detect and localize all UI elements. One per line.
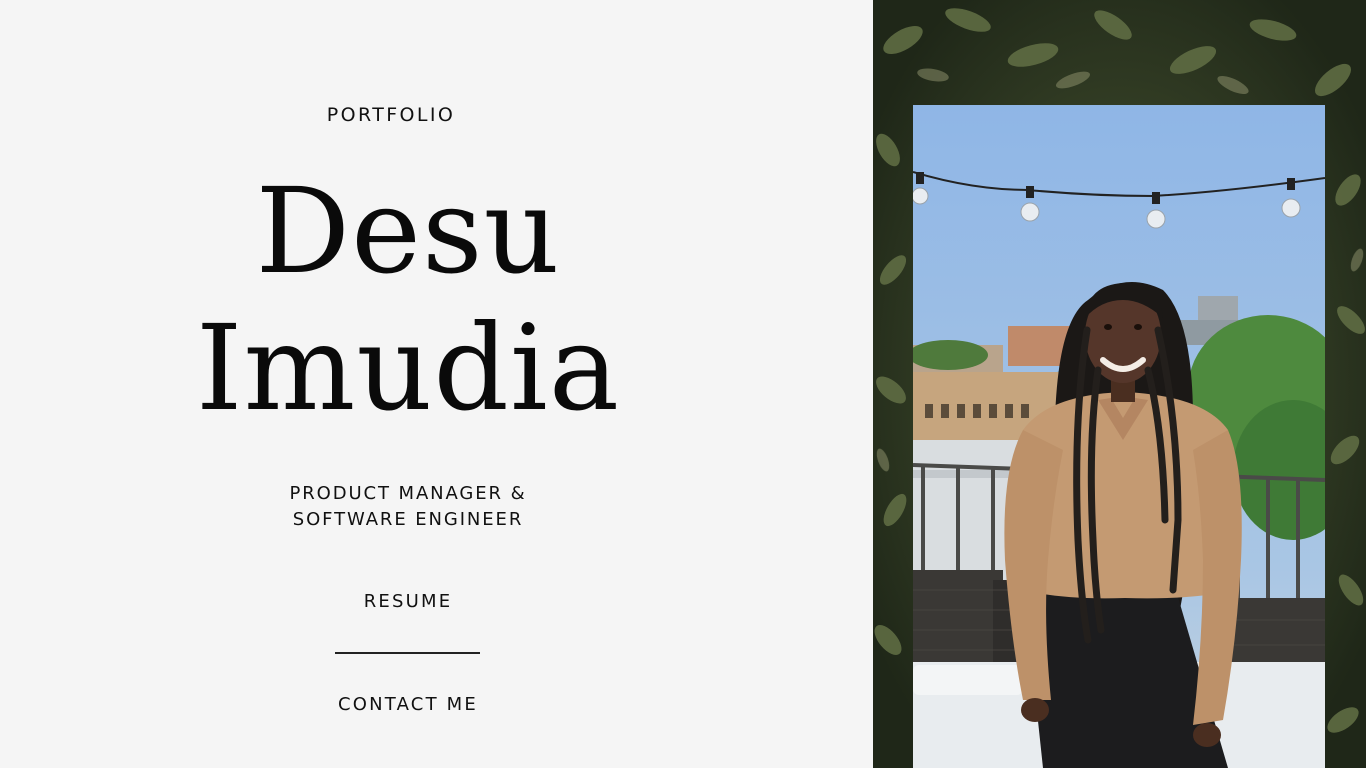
contact-me-link[interactable]: CONTACT ME — [0, 694, 816, 715]
rooftop-scene — [913, 105, 1325, 768]
portrait-photo — [873, 0, 1366, 768]
role-title: PRODUCT MANAGER & SOFTWARE ENGINEER — [0, 481, 816, 533]
portfolio-landing-page: PORTFOLIO Desu Imudia PRODUCT MANAGER & … — [0, 0, 1366, 768]
role-line-1: PRODUCT MANAGER & — [289, 483, 527, 504]
link-divider — [335, 652, 480, 654]
portfolio-eyebrow: PORTFOLIO — [326, 104, 456, 126]
role-line-2: SOFTWARE ENGINEER — [292, 509, 524, 530]
resume-link[interactable]: RESUME — [0, 591, 816, 612]
hero-first-name: Desu — [255, 162, 561, 300]
hero-text-panel: PORTFOLIO Desu Imudia PRODUCT MANAGER & … — [0, 0, 873, 768]
hero-last-name: Imudia — [195, 299, 621, 437]
portrait-photo-panel — [873, 0, 1366, 768]
